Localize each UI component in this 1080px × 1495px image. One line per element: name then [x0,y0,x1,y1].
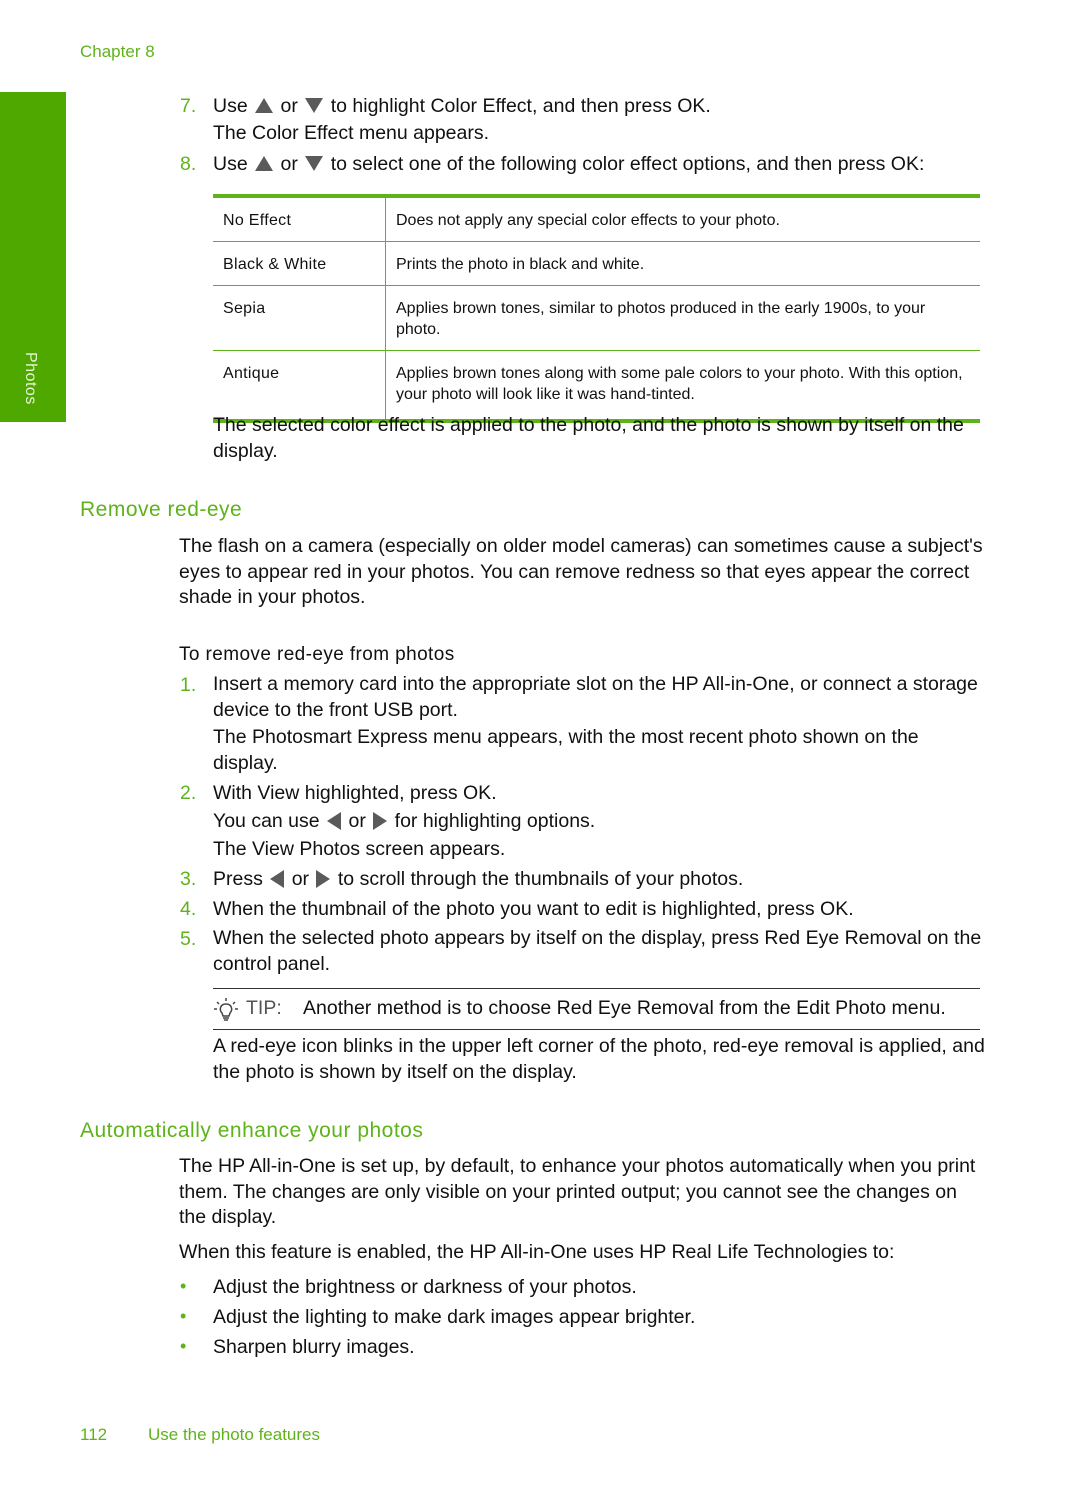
lightbulb-icon [214,998,238,1021]
step-2-note2: The View Photos screen appears. [213,838,506,860]
step-1-note: The Photosmart Express menu appears, wit… [213,726,919,774]
red-eye-intro: The flash on a camera (especially on old… [179,535,983,608]
after-table-paragraph: The selected color effect is applied to … [213,414,964,462]
step-text: to highlight Color Effect, and then pres… [330,95,711,117]
effect-name: Sepia [213,285,386,351]
right-arrow-icon [316,869,331,888]
side-tab-label: Photos [22,352,39,405]
table-row: Sepia Applies brown tones, similar to ph… [213,285,980,351]
up-arrow-icon [255,98,274,114]
step-text: or [291,868,310,890]
step-7-note: The Color Effect menu appears. [213,122,490,144]
table-row: Black & White Prints the photo in black … [213,241,980,286]
step-8-text: Use or to select one of the following co… [213,151,924,177]
effect-description: Does not apply any special color effects… [385,196,980,242]
step-text: Use [213,95,248,117]
tip-label: TIP: [246,997,282,1019]
tip-text: Another method is to choose Red Eye Remo… [303,997,946,1019]
step-3-text: Press or to scroll through the thumbnail… [213,866,743,892]
down-arrow-icon [305,156,324,172]
effect-name: Antique [213,350,386,421]
step-number: 1. [180,674,197,696]
chapter-label: Chapter 8 [80,42,155,61]
step-text: Use [213,153,248,175]
bullet-icon: • [180,1306,187,1326]
step-text: Press [213,868,263,890]
step-2-text: With View highlighted, press OK. [213,782,497,804]
step-text: or [280,95,298,117]
step-number: 4. [180,898,197,920]
step-2-note: You can use or for highlighting options. [213,808,595,834]
section-heading-red-eye: Remove red-eye [80,498,243,521]
tip-box: TIP: Another method is to choose Red Eye… [213,988,980,1030]
enhance-lead: When this feature is enabled, the HP All… [179,1241,895,1263]
effect-name: Black & White [213,241,386,286]
footer-section-title: Use the photo features [148,1425,321,1444]
effect-description: Applies brown tones along with some pale… [396,365,963,403]
step-text: or [348,810,366,832]
step-number: 2. [180,782,197,804]
up-arrow-icon [255,156,274,172]
bullet-item: Adjust the lighting to make dark images … [213,1306,696,1328]
step-text: to select one of the following color eff… [330,153,925,175]
step-text: for highlighting options. [394,810,596,832]
step-number: 3. [180,868,197,890]
page-number: 112 [80,1425,108,1444]
bullet-icon: • [180,1336,187,1356]
red-eye-result: A red-eye icon blinks in the upper left … [213,1035,985,1083]
step-7-text: Use or to highlight Color Effect, and th… [213,93,711,119]
step-text: or [280,153,298,175]
section-heading-enhance: Automatically enhance your photos [80,1119,424,1142]
effect-description: Applies brown tones, similar to photos p… [385,285,980,351]
down-arrow-icon [305,98,324,114]
table-row: Antique Applies brown tones along with s… [213,350,980,421]
color-effects-table: No Effect Does not apply any special col… [213,194,980,423]
bullet-item: Sharpen blurry images. [213,1336,415,1358]
step-number: 7. [180,95,197,117]
step-4-text: When the thumbnail of the photo you want… [213,898,854,920]
left-arrow-icon [327,811,342,830]
step-number: 8. [180,153,197,175]
bullet-item: Adjust the brightness or darkness of you… [213,1276,637,1298]
step-1-text: Insert a memory card into the appropriat… [213,673,978,721]
step-number: 5. [180,928,197,950]
effect-description: Prints the photo in black and white. [385,241,980,286]
step-5-text: When the selected photo appears by itsel… [213,927,982,975]
step-text: You can use [213,810,320,832]
step-text: to scroll through the thumbnails of your… [337,868,744,890]
enhance-intro: The HP All-in-One is set up, by default,… [179,1155,976,1228]
bullet-icon: • [180,1276,187,1296]
procedure-title: To remove red-eye from photos [179,644,455,665]
left-arrow-icon [270,869,285,888]
effect-name: No Effect [213,196,386,242]
right-arrow-icon [373,811,388,830]
table-row: No Effect Does not apply any special col… [213,196,980,242]
